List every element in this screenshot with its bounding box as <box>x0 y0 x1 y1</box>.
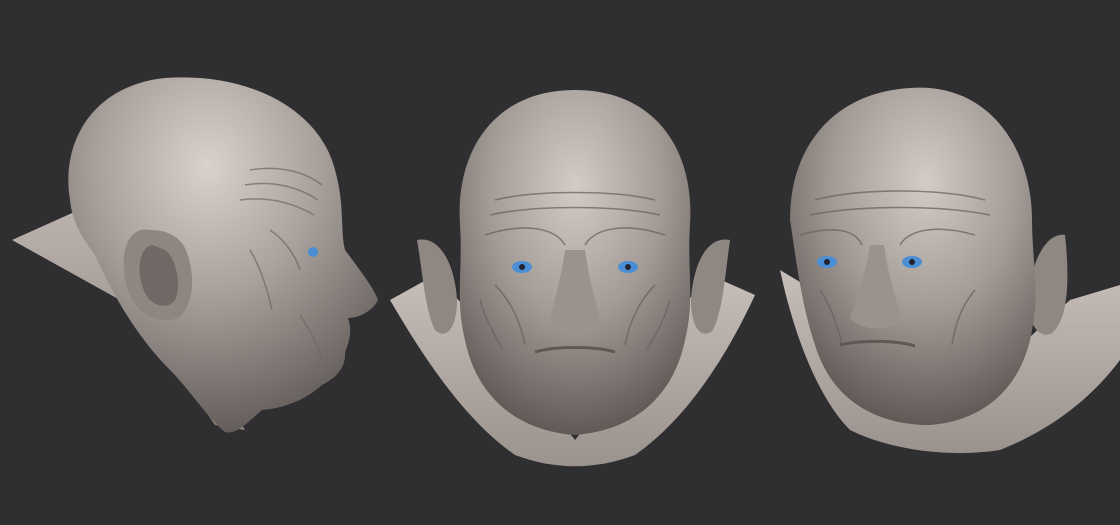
eye-icon <box>308 247 318 257</box>
sculpt-turnaround-canvas <box>0 0 1120 525</box>
three-quarter-view <box>770 0 1120 525</box>
three-quarter-head <box>780 87 1120 454</box>
side-profile-head <box>12 77 378 433</box>
front-head <box>390 90 755 467</box>
front-view <box>385 0 765 525</box>
side-profile-view <box>0 0 390 525</box>
